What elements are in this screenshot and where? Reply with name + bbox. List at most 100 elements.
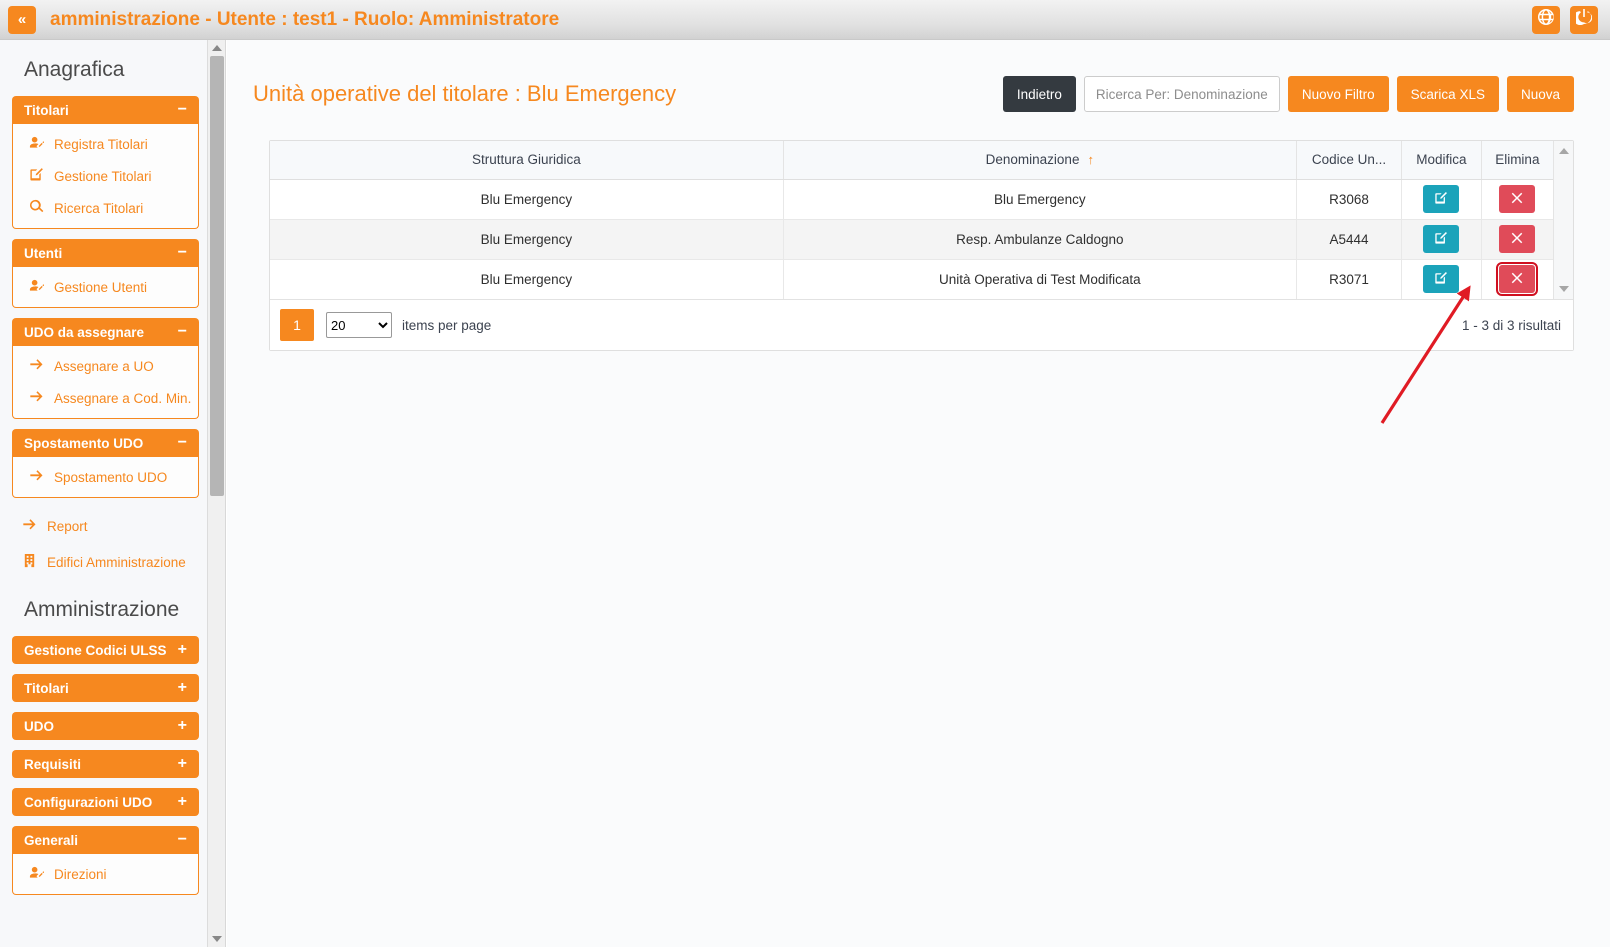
collapse-toggle-icon[interactable]: −	[178, 102, 187, 118]
collapse-toggle-icon[interactable]: −	[178, 435, 187, 451]
edit-row-button[interactable]	[1423, 265, 1460, 294]
table-scroll-up-button[interactable]	[1554, 143, 1574, 159]
collapse-toggle-icon[interactable]: −	[178, 832, 187, 848]
sidebar-group-header-gestione-codici-ulss[interactable]: Gestione Codici ULSS +	[12, 636, 199, 664]
close-x-icon	[1510, 231, 1524, 247]
cell-codice: R3071	[1296, 259, 1403, 299]
page-number-1[interactable]: 1	[280, 309, 314, 341]
column-header-modifica[interactable]: Modifica	[1401, 141, 1482, 180]
chevron-up-icon	[212, 45, 222, 51]
sidebar-scroll-thumb[interactable]	[210, 56, 224, 496]
table-scroll-down-button[interactable]	[1554, 281, 1574, 297]
power-icon	[1573, 9, 1593, 30]
sort-ascending-icon[interactable]: ↑	[1087, 152, 1094, 167]
language-button[interactable]	[1532, 5, 1560, 34]
sidebar-item-gestione-titolari[interactable]: Gestione Titolari	[13, 160, 198, 192]
cell-elimina	[1481, 219, 1553, 260]
sidebar-group-header-requisiti[interactable]: Requisiti +	[12, 750, 199, 778]
expand-toggle-icon[interactable]: +	[178, 642, 187, 658]
edit-square-icon	[1434, 271, 1448, 288]
search-icon	[29, 199, 44, 217]
sidebar-collapse-button[interactable]: «	[8, 5, 36, 34]
results-count-label: 1 - 3 di 3 risultati	[1461, 317, 1561, 333]
sidebar-item-label: Assegnare a Cod. Min.	[54, 390, 192, 406]
sidebar-group-header-udo[interactable]: UDO +	[12, 712, 199, 740]
cell-struttura: Blu Emergency	[270, 259, 784, 299]
header-actions	[1532, 5, 1598, 34]
sidebar-scroll-down-button[interactable]	[208, 931, 226, 947]
sidebar-item-edifici-amministrazione[interactable]: Edifici Amministrazione	[4, 544, 203, 580]
expand-toggle-icon[interactable]: +	[178, 756, 187, 772]
edit-row-button[interactable]	[1423, 225, 1460, 253]
sidebar-group: Utenti − Gestione Utenti	[12, 239, 199, 308]
expand-toggle-icon[interactable]: +	[178, 718, 187, 734]
logout-button[interactable]	[1570, 5, 1598, 34]
column-header-struttura-giuridica[interactable]: Struttura Giuridica	[270, 141, 784, 180]
globe-icon	[1538, 9, 1554, 30]
search-input[interactable]	[1083, 76, 1280, 112]
items-per-page-select[interactable]: 2050100	[326, 312, 392, 338]
new-filter-button[interactable]: Nuovo Filtro	[1287, 76, 1389, 112]
table-row[interactable]: Blu Emergency Unità Operativa di Test Mod…	[270, 259, 1553, 299]
sidebar-item-label: Registra Titolari	[54, 136, 148, 152]
download-xls-button[interactable]: Scarica XLS	[1396, 76, 1499, 112]
sidebar-item-assegnare-a-uo[interactable]: Assegnare a UO	[13, 350, 198, 382]
sidebar-item-direzioni[interactable]: Direzioni	[13, 858, 198, 890]
new-button[interactable]: Nuova	[1506, 76, 1574, 112]
sidebar-group-header-generali[interactable]: Generali −	[12, 826, 199, 854]
table-row[interactable]: Blu Emergency Resp. Ambulanze Caldogno A54…	[270, 219, 1553, 260]
sidebar-scroll-up-button[interactable]	[208, 40, 226, 56]
expand-toggle-icon[interactable]: +	[178, 794, 187, 810]
sidebar-item-report[interactable]: Report	[4, 508, 203, 544]
edit-square-icon	[1434, 191, 1448, 208]
sidebar-group-header-titolari[interactable]: Titolari −	[12, 96, 199, 124]
column-header-elimina[interactable]: Elimina	[1481, 141, 1553, 180]
sidebar-group: Titolari − Registra Titolari Gestione Titol…	[12, 96, 199, 229]
collapse-toggle-icon[interactable]: −	[178, 245, 187, 261]
sidebar-scrollbar[interactable]	[208, 40, 226, 947]
results-card: Struttura Giuridica Denominazione ↑ Codice …	[269, 140, 1574, 351]
sidebar-item-label: Report	[47, 518, 88, 534]
cell-codice: A5444	[1296, 219, 1403, 260]
sidebar-item-gestione-utenti[interactable]: Gestione Utenti	[13, 271, 198, 303]
cell-denominazione: Resp. Ambulanze Caldogno	[783, 219, 1297, 260]
sidebar-item-spostamento-udo[interactable]: Spostamento UDO	[13, 461, 198, 493]
sidebar-item-label: Ricerca Titolari	[54, 200, 144, 216]
sidebar-group: Configurazioni UDO +	[12, 788, 199, 816]
page-toolbar: Indietro Nuovo Filtro Scarica XLS Nuova	[1002, 76, 1574, 112]
sidebar-group-header-spostamento-udo[interactable]: Spostamento UDO −	[12, 429, 199, 457]
sidebar: Anagrafica Titolari − Registra Titolari Gest…	[0, 40, 208, 947]
table-row[interactable]: Blu Emergency Blu Emergency R3068	[270, 179, 1553, 220]
sidebar-group-body: Assegnare a UO Assegnare a Cod. Min.	[12, 346, 199, 419]
column-header-denominazione[interactable]: Denominazione ↑	[783, 141, 1297, 180]
sidebar-group: UDO da assegnare − Assegnare a UO Assegnare…	[12, 318, 199, 419]
sidebar-group-header-utenti[interactable]: Utenti −	[12, 239, 199, 267]
delete-row-button[interactable]	[1496, 262, 1539, 297]
sidebar-group: Titolari +	[12, 674, 199, 702]
sidebar-item-registra-titolari[interactable]: Registra Titolari	[13, 128, 198, 160]
sidebar-group-header-configurazioni-udo[interactable]: Configurazioni UDO +	[12, 788, 199, 816]
close-x-icon	[1510, 271, 1524, 287]
expand-toggle-icon[interactable]: +	[178, 680, 187, 696]
collapse-toggle-icon[interactable]: −	[178, 324, 187, 340]
building-icon	[22, 553, 37, 571]
edit-row-button[interactable]	[1423, 185, 1460, 213]
user-plus-icon	[29, 278, 45, 296]
table-wrapper: Struttura Giuridica Denominazione ↑ Codice …	[270, 141, 1573, 299]
delete-row-button[interactable]	[1499, 225, 1536, 253]
sidebar-group-label: Titolari	[24, 680, 69, 696]
delete-row-button[interactable]	[1499, 185, 1536, 213]
sidebar-group-header-titolari[interactable]: Titolari +	[12, 674, 199, 702]
arrow-right-icon	[29, 389, 44, 407]
cell-elimina	[1481, 179, 1553, 220]
app-header: « amministrazione - Utente : test1 - Ruo…	[0, 0, 1610, 40]
back-button[interactable]: Indietro	[1002, 76, 1076, 112]
column-header-codice-un-[interactable]: Codice Un...	[1296, 141, 1403, 180]
sidebar-item-ricerca-titolari[interactable]: Ricerca Titolari	[13, 192, 198, 224]
cell-modifica	[1401, 179, 1482, 220]
table-scrollbar[interactable]	[1553, 141, 1573, 299]
chevron-down-icon	[1559, 286, 1569, 292]
sidebar-group-header-udo-da-assegnare[interactable]: UDO da assegnare −	[12, 318, 199, 346]
sidebar-group: Gestione Codici ULSS +	[12, 636, 199, 664]
sidebar-item-assegnare-a-cod-min-[interactable]: Assegnare a Cod. Min.	[13, 382, 198, 414]
